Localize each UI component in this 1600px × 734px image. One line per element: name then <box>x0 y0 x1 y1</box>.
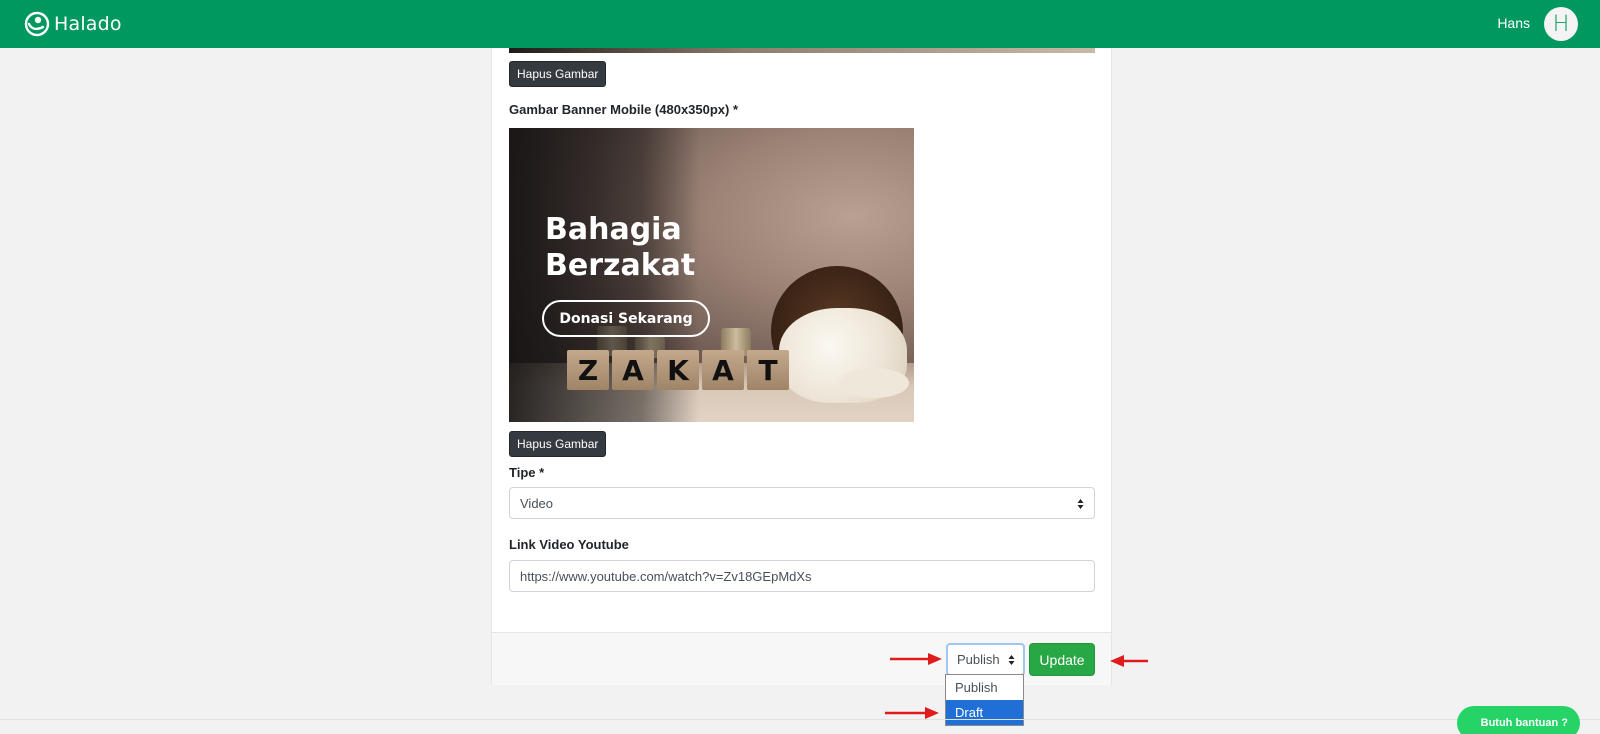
page-footer-divider <box>0 719 1600 720</box>
letter-block: A <box>612 350 654 390</box>
red-arrow-icon <box>890 653 942 665</box>
letter-block: Z <box>567 350 609 390</box>
banner-form-card: Hapus Gambar Gambar Banner Mobile (480x3… <box>491 48 1112 685</box>
type-label: Tipe * <box>509 465 545 480</box>
rice-spill <box>839 368 909 398</box>
letter-block: A <box>702 350 744 390</box>
sort-caret-icon <box>1077 499 1084 509</box>
banner-title-line-2: Berzakat <box>545 248 696 283</box>
status-option-publish[interactable]: Publish <box>946 675 1023 700</box>
remove-desktop-image-button[interactable]: Hapus Gambar <box>509 61 607 87</box>
card-body: Hapus Gambar Gambar Banner Mobile (480x3… <box>492 48 1111 632</box>
brand-name: Halado <box>54 13 122 35</box>
status-select[interactable]: Publish <box>946 643 1025 676</box>
sort-caret-icon <box>1008 655 1015 665</box>
youtube-link-value: https://www.youtube.com/watch?v=Zv18GEpM… <box>520 568 812 584</box>
zakat-blocks: Z A K A T <box>567 350 789 390</box>
desktop-banner-preview <box>509 48 1095 53</box>
youtube-link-label: Link Video Youtube <box>509 537 629 552</box>
type-select[interactable]: Video <box>509 487 1095 519</box>
status-option-draft[interactable]: Draft <box>946 700 1023 725</box>
type-select-value: Video <box>520 495 554 511</box>
mobile-banner-preview: Bahagia Berzakat Donasi Sekarang Z A K A… <box>509 128 914 422</box>
halado-logo-icon <box>24 11 50 37</box>
remove-mobile-image-button[interactable]: Hapus Gambar <box>509 431 607 457</box>
mobile-banner-label: Gambar Banner Mobile (480x350px) * <box>509 102 739 117</box>
top-navbar: Halado Hans H <box>0 0 1600 48</box>
banner-title: Bahagia Berzakat <box>545 212 695 284</box>
help-chat-button[interactable]: Butuh bantuan ? <box>1457 706 1580 734</box>
banner-title-line-1: Bahagia <box>545 212 682 247</box>
user-name[interactable]: Hans <box>1497 15 1530 31</box>
letter-block: T <box>747 350 789 390</box>
banner-cta: Donasi Sekarang <box>542 300 710 337</box>
red-arrow-icon <box>1110 655 1148 667</box>
update-button[interactable]: Update <box>1029 643 1095 676</box>
avatar[interactable]: H <box>1544 7 1578 41</box>
youtube-link-input[interactable]: https://www.youtube.com/watch?v=Zv18GEpM… <box>509 560 1095 592</box>
status-select-value: Publish <box>957 652 1000 667</box>
brand-logo[interactable]: Halado <box>24 10 122 38</box>
help-chat-label: Butuh bantuan ? <box>1480 717 1568 729</box>
letter-block: K <box>657 350 699 390</box>
